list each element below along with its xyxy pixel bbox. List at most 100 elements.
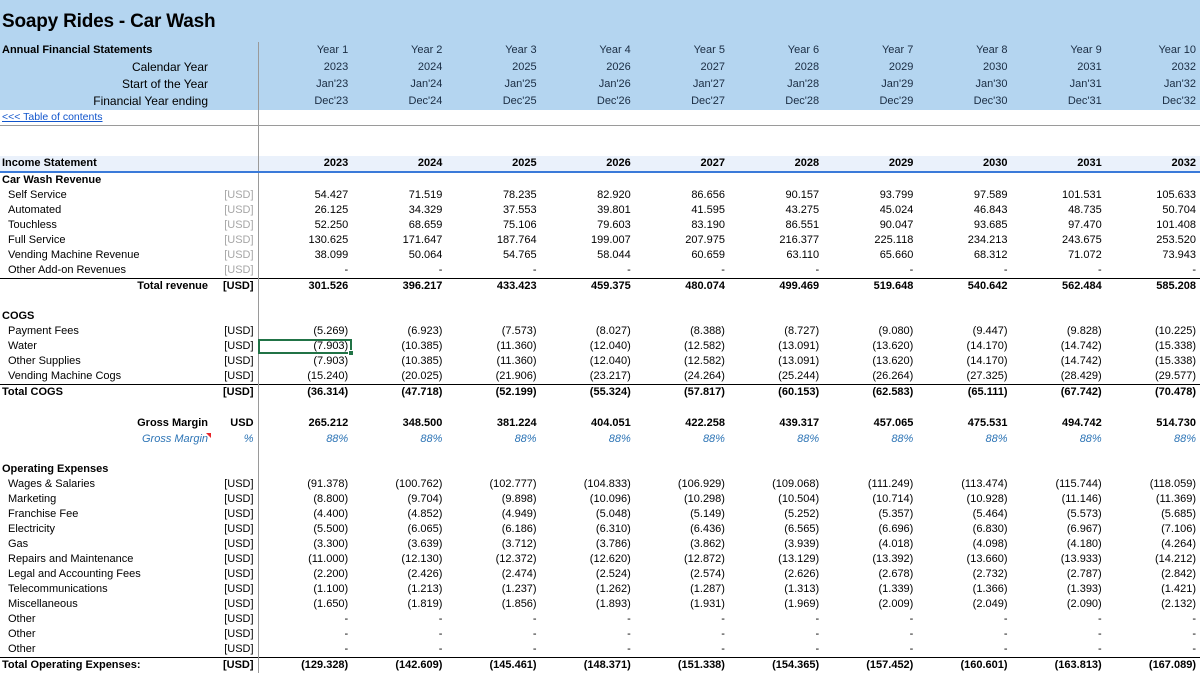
opex-value-r7-2: (2.426): [352, 566, 447, 582]
cogs-value-r3-4: (12.040): [540, 354, 635, 369]
cell-7: [823, 461, 918, 477]
opex-value-r1-9: (115.744): [1011, 476, 1106, 492]
row-unit: [USD]: [212, 521, 259, 537]
revenue-row: Other Add-on Revenues [USD] - - - - - - - - - -: [0, 262, 1200, 278]
cogs-value-r2-4: (12.040): [540, 339, 635, 354]
financial-year-ending-8: Dec'30: [917, 93, 1012, 110]
opex-row: Electricity [USD] (5.500) (6.065) (6.186) (6.…: [0, 521, 1200, 537]
cogs-label-1: Payment Fees: [0, 324, 213, 339]
row-unit: [USD]: [212, 232, 259, 248]
opex-value-r11-10: -: [1105, 626, 1200, 642]
statement-year-10: 2032: [1105, 155, 1200, 173]
opex-value-r9-9: (2.090): [1011, 596, 1106, 612]
opex-value-r3-5: (5.149): [634, 506, 729, 522]
statement-year-7: 2029: [823, 155, 918, 173]
cogs-value-r2-9: (14.742): [1011, 339, 1106, 354]
opex-label-10: Other: [0, 611, 213, 627]
statement-year-5: 2027: [634, 155, 729, 173]
cell-2: [352, 140, 447, 156]
cell-9: [1011, 140, 1106, 156]
gross-margin-usd-value-4: 404.051: [540, 415, 635, 432]
opex-label-11: Other: [0, 626, 213, 642]
year-header-3: Year 3: [446, 42, 541, 59]
revenue-value-r3-9: 97.470: [1011, 217, 1106, 233]
cell-4: [540, 125, 635, 141]
cogs-value-r1-8: (9.447): [917, 324, 1012, 339]
revenue-row: Self Service [USD] 54.427 71.519 78.235 82.92…: [0, 187, 1200, 203]
revenue-value-r3-6: 86.551: [728, 217, 824, 233]
cell-6: [728, 0, 824, 42]
revenue-value-r4-6: 216.377: [728, 232, 824, 248]
spacer-row: [0, 400, 1200, 416]
opex-value-r8-7: (1.339): [823, 581, 918, 597]
row-unit: [212, 42, 259, 59]
gross-margin-usd-value-1: 265.212: [258, 415, 353, 432]
cell-8: [917, 0, 1012, 42]
total-revenue-value-3: 433.423: [446, 277, 541, 294]
opex-value-r12-6: -: [728, 641, 824, 657]
row-unit: [USD]: [212, 476, 259, 492]
cell-7: [823, 110, 918, 126]
opex-value-r12-3: -: [446, 641, 541, 657]
opex-value-r4-4: (6.310): [540, 521, 635, 537]
cell-7: [823, 125, 918, 141]
revenue-value-r5-2: 50.064: [352, 247, 447, 263]
opex-value-r11-2: -: [352, 626, 447, 642]
total-revenue-value-7: 519.648: [823, 277, 918, 294]
opex-value-r8-6: (1.313): [728, 581, 824, 597]
calendar-year-label: Calendar Year: [0, 59, 213, 76]
calendar-year-8: 2030: [917, 59, 1012, 76]
total-cogs-row: Total COGS [USD] (36.314) (47.718) (52.199)(…: [0, 384, 1200, 401]
revenue-value-r5-10: 73.943: [1105, 247, 1200, 263]
cogs-value-r3-8: (14.170): [917, 354, 1012, 369]
cogs-section-title: COGS: [0, 309, 213, 324]
cell-3: [446, 0, 541, 42]
table-of-contents-link[interactable]: <<< Table of contents: [2, 111, 103, 123]
calendar-year-1: 2023: [258, 59, 353, 76]
opex-value-r5-5: (3.862): [634, 536, 729, 552]
opex-value-r8-3: (1.237): [446, 581, 541, 597]
year-header-10: Year 10: [1105, 42, 1200, 59]
opex-value-r6-10: (14.212): [1105, 551, 1200, 567]
gross-margin-usd-value-8: 475.531: [917, 415, 1012, 432]
opex-value-r1-3: (102.777): [446, 476, 541, 492]
opex-label-7: Legal and Accounting Fees: [0, 566, 213, 582]
opex-value-r9-6: (1.969): [728, 596, 824, 612]
cell-10: [1105, 110, 1200, 126]
revenue-value-r1-6: 90.157: [728, 187, 824, 203]
opex-value-r2-1: (8.800): [258, 491, 353, 507]
cell-8: [917, 461, 1012, 477]
statement-year-4: 2026: [540, 155, 635, 173]
row-unit: [USD]: [212, 187, 259, 203]
cell-2: [352, 461, 447, 477]
opex-value-r5-3: (3.712): [446, 536, 541, 552]
opex-value-r11-4: -: [540, 626, 635, 642]
row-unit: %: [212, 431, 259, 447]
cell-5: [634, 0, 729, 42]
calendar-year-2: 2024: [352, 59, 447, 76]
statement-year-6: 2028: [728, 155, 824, 173]
opex-label-1: Wages & Salaries: [0, 476, 213, 492]
gross-margin-usd-value-5: 422.258: [634, 415, 729, 432]
row-unit: [USD]: [212, 566, 259, 582]
financial-year-ending-3: Dec'25: [446, 93, 541, 110]
opex-value-r7-6: (2.626): [728, 566, 824, 582]
opex-value-r10-9: -: [1011, 611, 1106, 627]
cell-8: [917, 309, 1012, 324]
cell-5: [634, 294, 729, 309]
total-revenue-value-1: 301.526: [258, 277, 353, 294]
cell-2: [352, 110, 447, 126]
revenue-label-6: Other Add-on Revenues: [0, 262, 213, 278]
cell-4: [540, 309, 635, 324]
cell-4: [540, 400, 635, 416]
opex-value-r5-4: (3.786): [540, 536, 635, 552]
cell-8: [917, 446, 1012, 462]
subtitle-row: Annual Financial Statements Year 1 Year 2Y…: [0, 42, 1200, 59]
revenue-value-r3-10: 101.408: [1105, 217, 1200, 233]
opex-label-12: Other: [0, 641, 213, 657]
opex-value-r10-6: -: [728, 611, 824, 627]
gross-margin-pct-value-7: 88%: [823, 431, 918, 447]
total-revenue-value-5: 480.074: [634, 277, 729, 294]
financial-year-ending-1: Dec'23: [258, 93, 353, 110]
opex-value-r5-8: (4.098): [917, 536, 1012, 552]
